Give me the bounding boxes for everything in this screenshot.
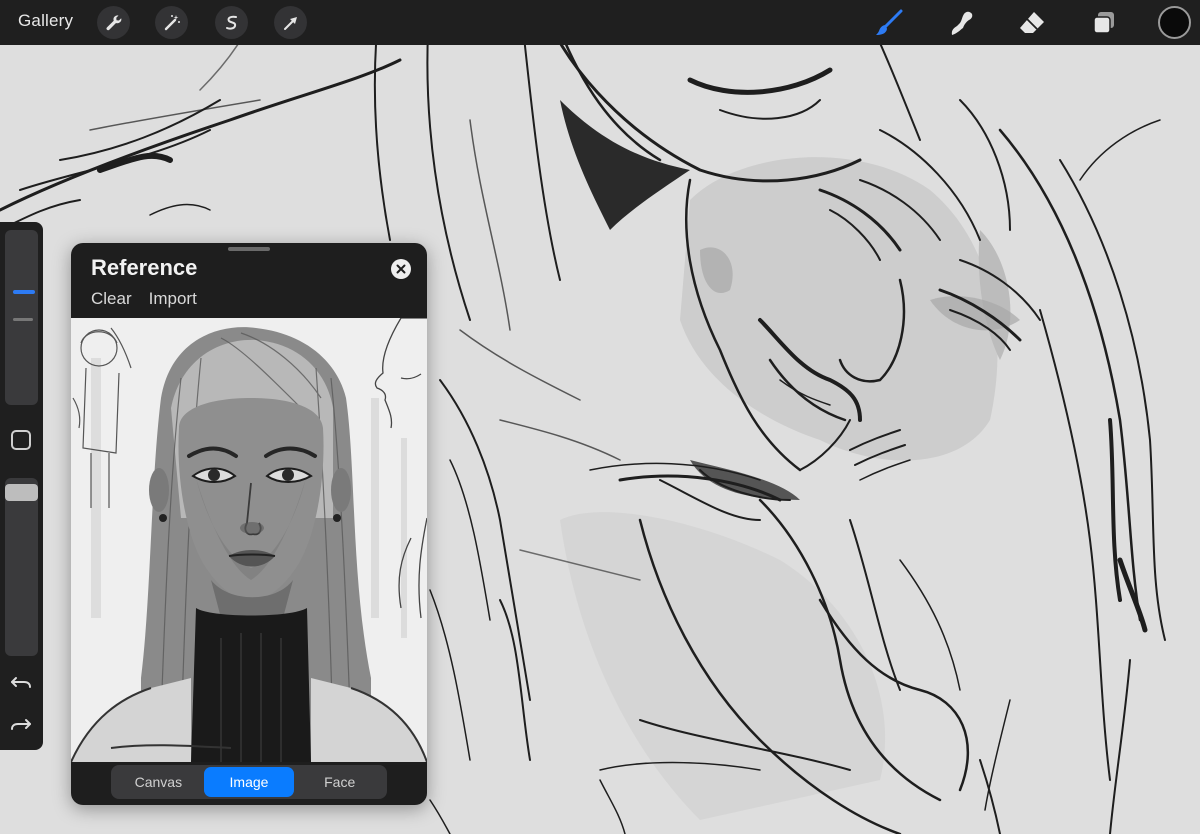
wrench-icon	[106, 14, 121, 30]
layers-icon	[1093, 12, 1114, 34]
magic-wand-icon	[164, 14, 180, 30]
actions-button[interactable]	[97, 6, 130, 39]
brush-size-slider[interactable]	[5, 230, 38, 405]
gallery-button[interactable]: Gallery	[18, 11, 73, 31]
close-button[interactable]	[391, 259, 411, 279]
modify-button[interactable]	[11, 430, 31, 450]
brush-button[interactable]	[872, 6, 906, 40]
smudge-icon	[951, 11, 973, 35]
brush-size-indicator	[13, 290, 35, 294]
top-toolbar: Gallery	[0, 0, 1200, 45]
tab-image[interactable]: Image	[203, 767, 295, 797]
transform-arrow-icon	[283, 16, 297, 30]
layers-button[interactable]	[1087, 6, 1121, 40]
undo-icon[interactable]	[9, 670, 33, 694]
reference-mode-tabs: Canvas Image Face	[111, 765, 387, 799]
reference-title: Reference	[91, 255, 198, 280]
color-picker-swatch[interactable]	[1158, 6, 1191, 39]
selection-button[interactable]	[215, 6, 248, 39]
redo-icon[interactable]	[9, 712, 33, 736]
close-icon	[396, 264, 406, 274]
brush-size-tick	[13, 318, 33, 321]
eraser-button[interactable]	[1015, 6, 1049, 40]
clear-button[interactable]: Clear	[91, 289, 132, 309]
eraser-icon	[1020, 12, 1044, 33]
selection-icon	[225, 15, 237, 30]
smudge-button[interactable]	[944, 6, 978, 40]
adjustments-button[interactable]	[155, 6, 188, 39]
tab-canvas[interactable]: Canvas	[113, 767, 204, 797]
reference-actions: Clear Import	[91, 289, 197, 309]
transform-button[interactable]	[274, 6, 307, 39]
left-sidebar	[0, 222, 43, 750]
opacity-slider[interactable]	[5, 478, 38, 656]
import-button[interactable]: Import	[149, 289, 197, 309]
panel-drag-handle[interactable]	[228, 247, 270, 251]
reference-portrait-artwork	[71, 318, 427, 762]
reference-panel: Reference Clear Import Canvas Image Face	[71, 243, 427, 805]
opacity-thumb[interactable]	[5, 484, 38, 501]
tab-face[interactable]: Face	[294, 767, 385, 797]
brush-icon	[876, 9, 903, 35]
reference-image[interactable]	[71, 318, 427, 762]
